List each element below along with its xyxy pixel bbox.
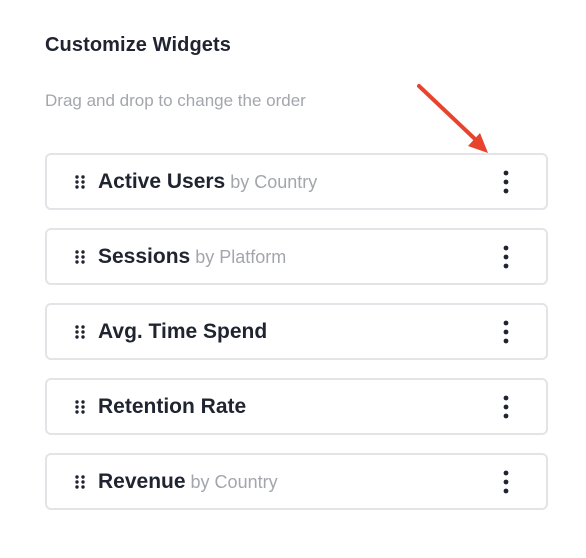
more-vertical-icon bbox=[503, 245, 509, 268]
widget-card-retention-rate[interactable]: Retention Rate bbox=[45, 378, 548, 435]
widget-name: Revenue bbox=[98, 469, 186, 493]
panel-title: Customize Widgets bbox=[45, 34, 231, 56]
widget-list: Active Users by Country Sessions by Platfo… bbox=[45, 153, 548, 528]
widget-label: Revenue by Country bbox=[98, 470, 278, 494]
widget-card-sessions[interactable]: Sessions by Platform bbox=[45, 228, 548, 285]
widget-name: Sessions bbox=[98, 244, 191, 268]
more-options-button[interactable] bbox=[496, 167, 516, 197]
widget-card-revenue[interactable]: Revenue by Country bbox=[45, 453, 548, 510]
more-options-button[interactable] bbox=[496, 392, 516, 422]
more-vertical-icon bbox=[503, 395, 509, 418]
widget-name: Avg. Time Spend bbox=[98, 319, 268, 343]
drag-handle-icon[interactable] bbox=[74, 399, 86, 415]
annotation-arrow bbox=[417, 84, 488, 153]
widget-card-active-users[interactable]: Active Users by Country bbox=[45, 153, 548, 210]
widget-name: Retention Rate bbox=[98, 394, 247, 418]
more-options-button[interactable] bbox=[496, 242, 516, 272]
more-options-button[interactable] bbox=[496, 467, 516, 497]
drag-handle-icon[interactable] bbox=[74, 324, 86, 340]
panel-subtitle: Drag and drop to change the order bbox=[45, 91, 306, 110]
more-options-button[interactable] bbox=[496, 317, 516, 347]
more-vertical-icon bbox=[503, 170, 509, 193]
drag-handle-icon[interactable] bbox=[74, 174, 86, 190]
widget-label: Retention Rate bbox=[98, 395, 251, 419]
widget-card-avg-time-spend[interactable]: Avg. Time Spend bbox=[45, 303, 548, 360]
widget-label: Sessions by Platform bbox=[98, 245, 286, 269]
more-vertical-icon bbox=[503, 470, 509, 493]
widget-label: Active Users by Country bbox=[98, 170, 317, 194]
widget-label: Avg. Time Spend bbox=[98, 320, 272, 344]
drag-handle-icon[interactable] bbox=[74, 249, 86, 265]
widget-subtitle: by Country bbox=[190, 471, 278, 492]
more-vertical-icon bbox=[503, 320, 509, 343]
widget-subtitle: by Country bbox=[230, 171, 318, 192]
drag-handle-icon[interactable] bbox=[74, 474, 86, 490]
widget-subtitle: by Platform bbox=[195, 246, 287, 267]
widget-name: Active Users bbox=[98, 169, 226, 193]
